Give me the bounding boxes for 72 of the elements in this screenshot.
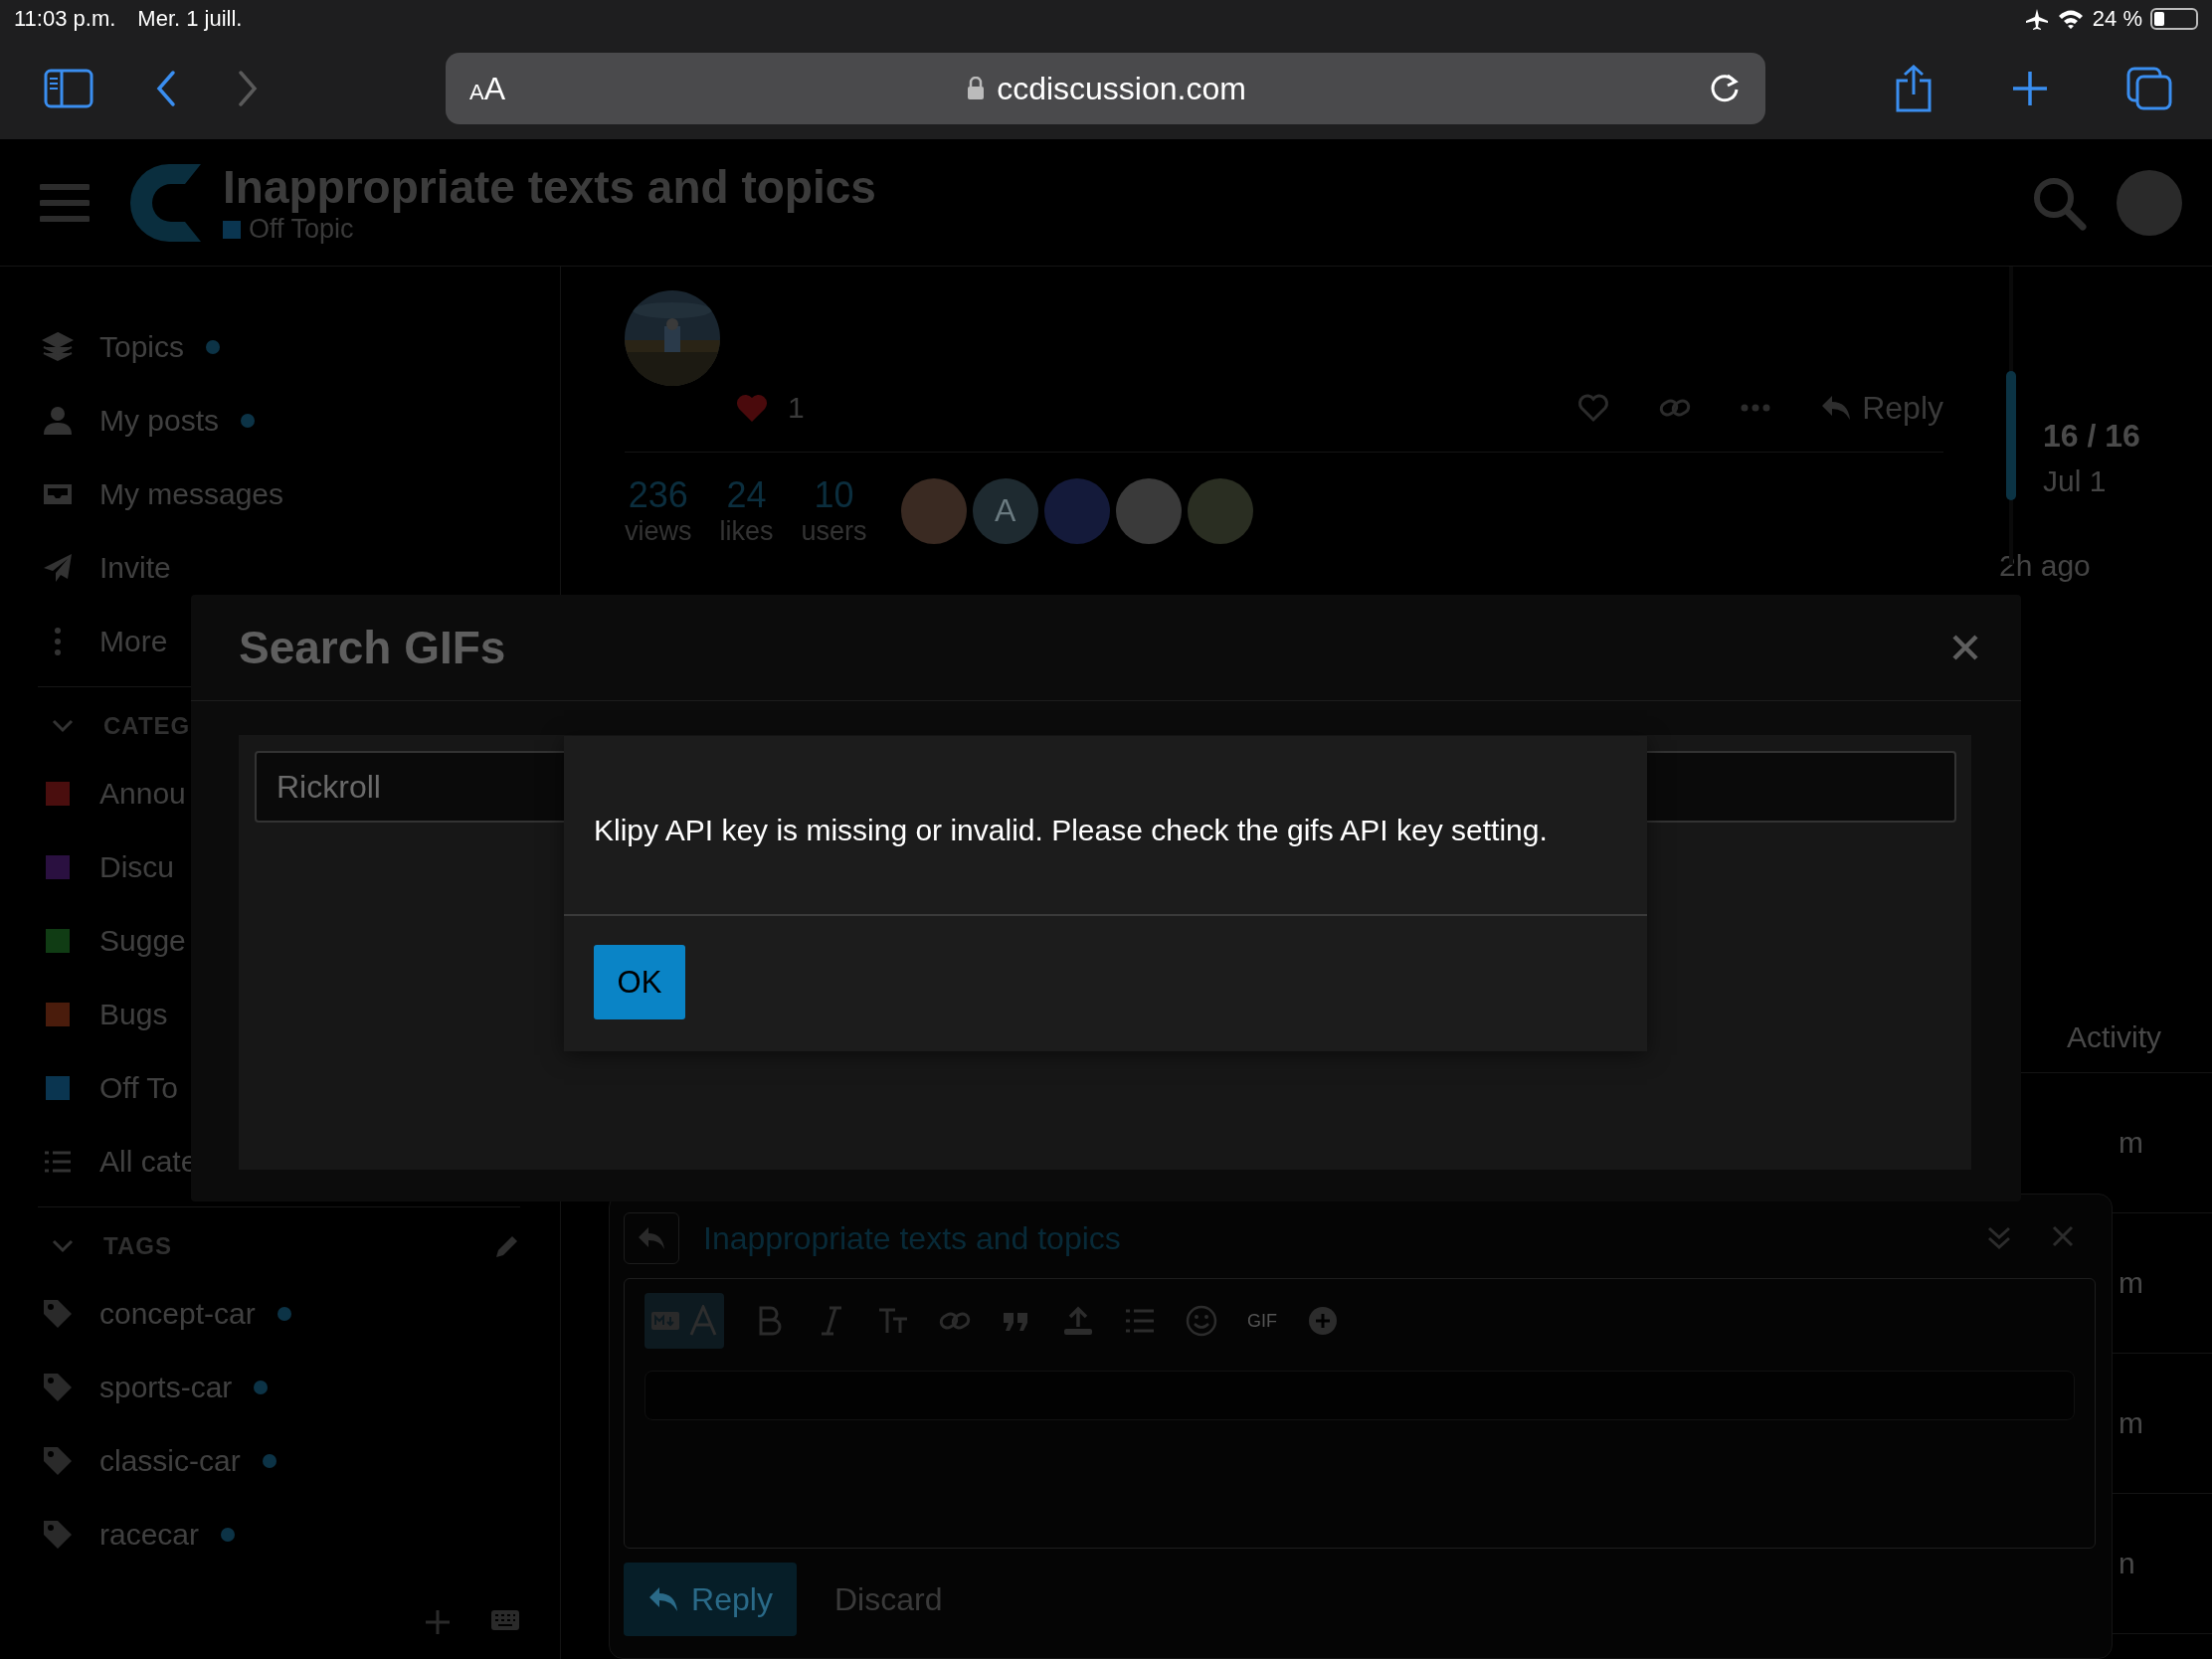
tag-icon <box>42 1445 74 1477</box>
tag-link[interactable]: sports-car <box>99 1371 233 1404</box>
tag-icon <box>42 1298 74 1330</box>
share-icon[interactable] <box>1894 65 1934 112</box>
alert-message: Klipy API key is missing or invalid. Please check the gifs API key setting. <box>564 736 1647 916</box>
sidebar-link[interactable]: Discu <box>99 850 174 884</box>
post-date: Jul 1 <box>2043 464 2108 498</box>
sidebar-link[interactable]: More <box>99 625 168 658</box>
reply-button[interactable]: Reply <box>1820 389 1943 427</box>
reply-type-button[interactable] <box>624 1212 679 1264</box>
text-icon <box>688 1305 718 1337</box>
post-position: 16 / 16 <box>2043 418 2140 455</box>
editor-mode-toggle[interactable] <box>645 1293 724 1349</box>
tag-icon <box>42 1519 74 1551</box>
paper-plane-icon <box>42 552 74 584</box>
stat-number: 10 <box>814 474 854 516</box>
sidebar-link[interactable]: Off To <box>99 1071 178 1105</box>
battery-icon <box>2150 8 2198 30</box>
tag-link[interactable]: classic-car <box>99 1444 241 1478</box>
participant-avatar[interactable]: A <box>972 477 1038 544</box>
text-size-button[interactable]: AA <box>469 70 506 107</box>
dialog-title: Search GIFs <box>239 621 506 674</box>
sidebar-link[interactable]: Invite <box>99 551 171 585</box>
like-count: 1 <box>788 391 805 425</box>
upload-icon <box>1062 1305 1094 1337</box>
heart-outline-icon[interactable] <box>1577 393 1610 423</box>
tag-link[interactable]: racecar <box>99 1518 200 1552</box>
sidebar-link[interactable]: Annou <box>99 777 186 811</box>
ok-button[interactable]: OK <box>594 945 685 1019</box>
status-date: Mer. 1 juill. <box>137 6 243 32</box>
plus-icon[interactable] <box>425 1609 451 1635</box>
chevron-icon[interactable] <box>52 719 74 733</box>
tag-link[interactable]: concept-car <box>99 1297 256 1331</box>
heart-icon[interactable] <box>736 393 768 423</box>
sidebar-link[interactable]: Topics <box>99 330 185 364</box>
smiley-icon <box>1186 1305 1217 1337</box>
reply-icon <box>637 1225 666 1251</box>
chevron-icon[interactable] <box>52 1239 74 1253</box>
timeline-handle[interactable] <box>2006 371 2016 500</box>
category-link[interactable]: Off Topic <box>249 214 354 245</box>
sidebar-link[interactable]: Sugge <box>99 924 186 958</box>
plus-circle-icon <box>1307 1305 1339 1337</box>
pencil-icon[interactable] <box>494 1233 520 1259</box>
collapse-icon[interactable] <box>1986 1225 2012 1251</box>
stat-number: 236 <box>628 474 688 516</box>
new-tab-icon[interactable] <box>2011 70 2049 107</box>
url-text[interactable]: ccdiscussion.com <box>997 70 1246 107</box>
airplane-icon <box>2024 8 2049 30</box>
keyboard-icon[interactable] <box>490 1609 520 1631</box>
gif-button[interactable]: GIF <box>1247 1297 1277 1345</box>
list-icon <box>43 1150 73 1174</box>
battery-percent: 24 % <box>2092 6 2142 32</box>
topic-title: Inappropriate texts and topics <box>223 160 876 214</box>
tabs-icon[interactable] <box>2126 67 2172 110</box>
reply-icon <box>647 1585 680 1613</box>
sidebar-icon[interactable] <box>44 69 93 108</box>
reply-button[interactable]: Reply <box>624 1563 797 1636</box>
reply-icon <box>1820 394 1853 422</box>
sidebar-link[interactable]: My posts <box>99 404 220 438</box>
markdown-icon <box>650 1311 680 1331</box>
lock-icon <box>967 77 986 100</box>
sidebar-link[interactable]: My messages <box>99 477 284 511</box>
person-icon <box>42 405 74 437</box>
more-icon[interactable] <box>1741 404 1771 412</box>
tag-icon <box>42 1372 74 1403</box>
status-time: 11:03 p.m. <box>14 6 116 32</box>
close-icon[interactable] <box>2052 1225 2074 1247</box>
layers-icon <box>42 331 74 363</box>
sidebar-link[interactable]: Bugs <box>99 998 168 1031</box>
close-icon <box>1951 634 1979 661</box>
stat-number: 24 <box>726 474 767 516</box>
more-icon <box>54 626 62 657</box>
